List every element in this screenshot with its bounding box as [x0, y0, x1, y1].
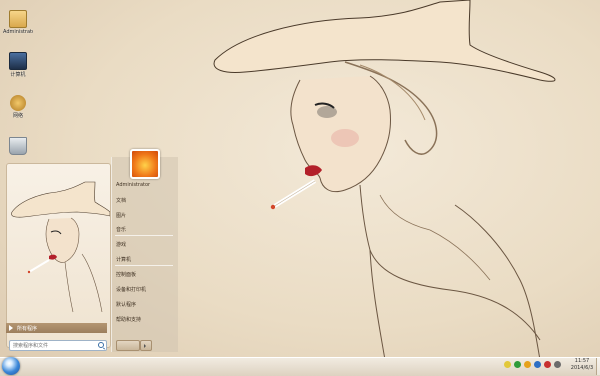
- tray-update-icon[interactable]: [524, 361, 531, 368]
- start-button[interactable]: [2, 357, 20, 375]
- tray-flag-icon[interactable]: [544, 361, 551, 368]
- search-icon[interactable]: [98, 342, 104, 348]
- clock-date: 2014/6/3: [570, 365, 594, 371]
- start-menu-left-panel: [6, 163, 111, 348]
- start-item-documents[interactable]: 文档: [116, 197, 126, 204]
- start-menu: 所有程序 Administrator 文档 图片 音乐 游戏 计算机 控制面板 …: [3, 149, 178, 355]
- start-menu-separator: [115, 265, 173, 266]
- start-item-music[interactable]: 音乐: [116, 226, 126, 233]
- desktop-icon-network[interactable]: 网络: [3, 95, 33, 119]
- start-item-default-programs[interactable]: 默认程序: [116, 301, 136, 308]
- start-search-input[interactable]: [10, 341, 95, 350]
- tray-app-icon[interactable]: [504, 361, 511, 368]
- start-item-control-panel[interactable]: 控制面板: [116, 271, 136, 278]
- computer-icon: [9, 52, 27, 70]
- desktop-icon-folder[interactable]: Administrator: [3, 10, 33, 35]
- tray-network-icon[interactable]: [534, 361, 541, 368]
- desktop-icon-recycle-bin[interactable]: [3, 137, 33, 156]
- recycle-bin-icon: [9, 137, 27, 155]
- start-item-pictures[interactable]: 图片: [116, 212, 126, 219]
- all-programs-button[interactable]: 所有程序: [6, 323, 107, 333]
- clock-time: 11:57: [574, 358, 590, 364]
- taskbar-clock[interactable]: 11:57 2014/6/3: [566, 358, 598, 372]
- pinned-program-thumbnail: [11, 181, 110, 313]
- start-item-user-folder[interactable]: Administrator: [116, 182, 150, 188]
- start-item-computer[interactable]: 计算机: [116, 256, 131, 263]
- folder-icon: [9, 10, 27, 28]
- start-search-box[interactable]: [9, 340, 107, 351]
- tray-security-icon[interactable]: [514, 361, 521, 368]
- arrow-right-icon: [9, 325, 13, 331]
- start-item-games[interactable]: 游戏: [116, 241, 126, 248]
- start-item-help-support[interactable]: 帮助和支持: [116, 316, 141, 323]
- network-icon: [10, 95, 26, 111]
- desktop-icon-computer[interactable]: 计算机: [3, 52, 33, 78]
- show-desktop-button[interactable]: [596, 358, 600, 375]
- user-picture[interactable]: [130, 149, 160, 179]
- shutdown-button[interactable]: [116, 340, 140, 351]
- start-menu-separator: [115, 235, 173, 236]
- tray-volume-icon[interactable]: [554, 361, 561, 368]
- shutdown-options-button[interactable]: [140, 340, 152, 351]
- start-item-devices-printers[interactable]: 设备和打印机: [116, 286, 146, 293]
